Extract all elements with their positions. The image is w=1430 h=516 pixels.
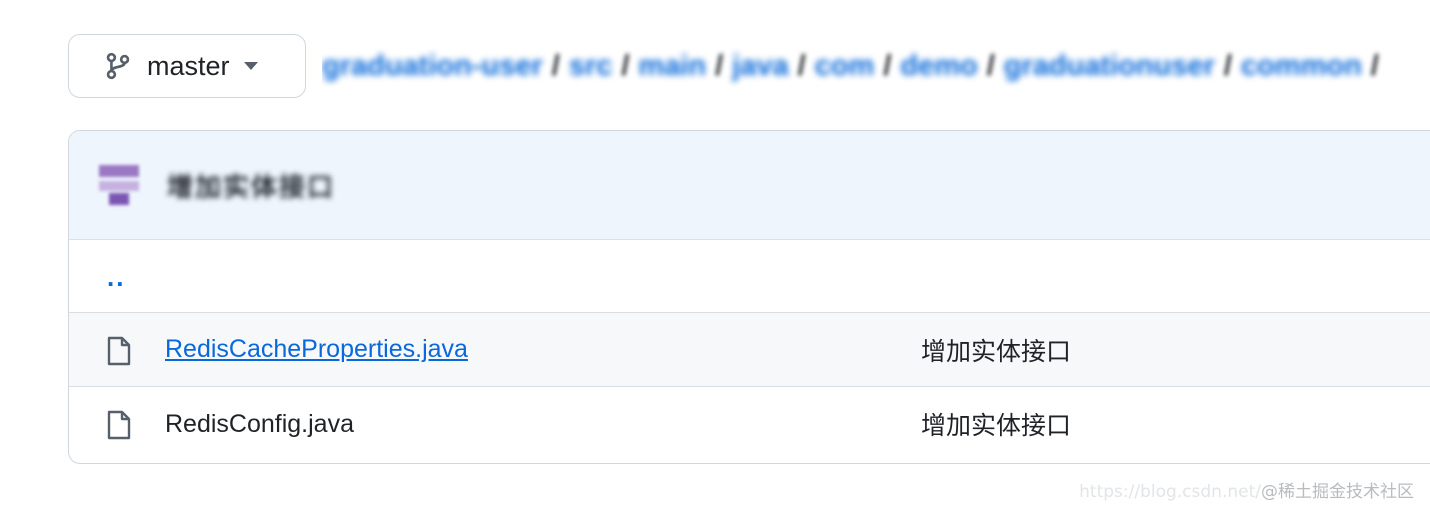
file-icon <box>105 409 133 441</box>
breadcrumb-separator: / <box>797 49 806 82</box>
watermark-brand: @稀土掘金技术社区 <box>1261 482 1414 502</box>
latest-commit-bar: 增加实体接口 <box>69 131 1430 240</box>
breadcrumb-src[interactable]: src <box>569 50 613 83</box>
breadcrumb-separator: / <box>715 49 724 82</box>
breadcrumb-graduationuser[interactable]: graduationuser <box>1004 50 1215 83</box>
table-row[interactable]: RedisCacheProperties.java 增加实体接口 <box>69 313 1430 387</box>
breadcrumb-common[interactable]: common <box>1241 50 1362 83</box>
repo-toolbar: master graduation-user / src / main / ja… <box>68 34 1430 98</box>
file-commit-message[interactable]: 增加实体接口 <box>921 406 1071 442</box>
branch-selector-button[interactable]: master <box>68 34 306 98</box>
breadcrumb-separator: / <box>1223 49 1232 82</box>
chevron-down-icon <box>243 62 258 70</box>
breadcrumb-repo[interactable]: graduation-user <box>322 50 543 83</box>
watermark-url: https://blog.csdn.net/ <box>1079 482 1261 502</box>
breadcrumb-separator: / <box>621 49 630 82</box>
breadcrumb-separator: / <box>1370 49 1379 82</box>
table-row[interactable]: RedisConfig.java 增加实体接口 <box>69 387 1430 461</box>
git-branch-icon <box>103 51 133 81</box>
breadcrumb-separator: / <box>883 49 892 82</box>
file-icon <box>105 335 133 367</box>
breadcrumb-main[interactable]: main <box>638 50 706 83</box>
breadcrumb-com[interactable]: com <box>815 50 875 83</box>
parent-directory-row[interactable]: .. <box>69 240 1430 313</box>
breadcrumb: graduation-user / src / main / java / co… <box>322 34 1430 98</box>
watermark: https://blog.csdn.net/@稀土掘金技术社区 <box>1079 477 1414 502</box>
avatar[interactable] <box>97 163 141 207</box>
file-commit-message[interactable]: 增加实体接口 <box>921 332 1071 368</box>
parent-directory-link[interactable]: .. <box>107 262 125 293</box>
file-link[interactable]: RedisConfig.java <box>165 410 354 439</box>
breadcrumb-java[interactable]: java <box>732 50 788 83</box>
file-browser: 增加实体接口 .. RedisCacheProperties.java 增加实体… <box>68 130 1430 464</box>
branch-name: master <box>147 50 230 81</box>
breadcrumb-demo[interactable]: demo <box>900 50 977 83</box>
file-link[interactable]: RedisCacheProperties.java <box>165 335 468 364</box>
breadcrumb-separator: / <box>551 49 560 82</box>
latest-commit-message[interactable]: 增加实体接口 <box>167 167 335 204</box>
breadcrumb-separator: / <box>986 49 995 82</box>
